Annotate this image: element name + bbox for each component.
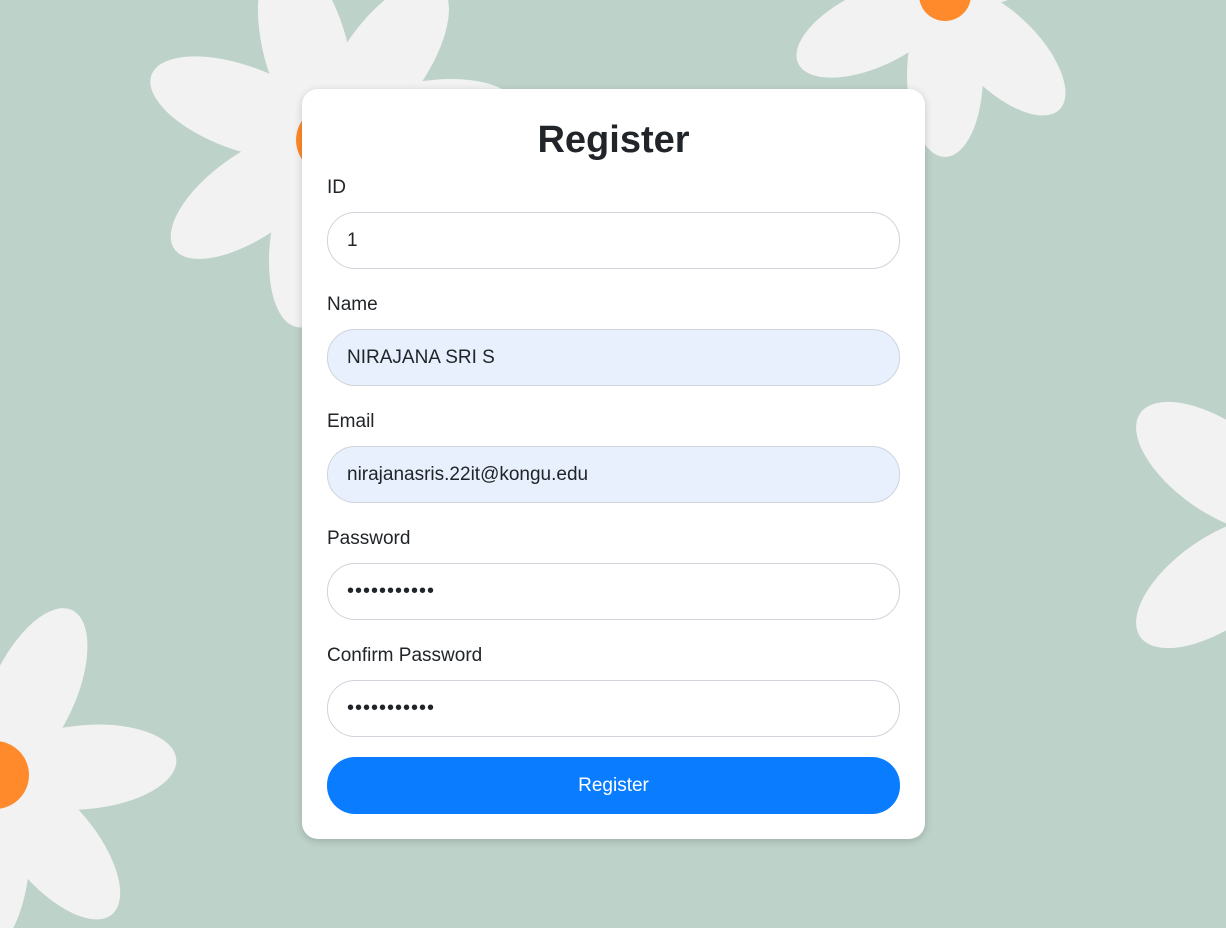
daisy-bottom-left — [0, 602, 177, 928]
register-button[interactable]: Register — [327, 757, 900, 814]
email-label: Email — [327, 411, 375, 432]
id-label: ID — [327, 177, 346, 198]
password-input[interactable]: ••••••••••• — [327, 563, 900, 620]
email-input[interactable]: nirajanasris.22it@kongu.edu — [327, 446, 900, 503]
register-card: Register ID 1 Name NIRAJANA SRI S Email … — [302, 89, 925, 839]
daisy-right-edge — [1136, 401, 1226, 649]
name-input[interactable]: NIRAJANA SRI S — [327, 329, 900, 386]
confirm-password-input[interactable]: ••••••••••• — [327, 680, 900, 737]
page-title: Register — [537, 119, 690, 161]
id-input[interactable]: 1 — [327, 212, 900, 269]
password-label: Password — [327, 528, 411, 549]
name-label: Name — [327, 294, 378, 315]
confirm-password-label: Confirm Password — [327, 645, 483, 666]
